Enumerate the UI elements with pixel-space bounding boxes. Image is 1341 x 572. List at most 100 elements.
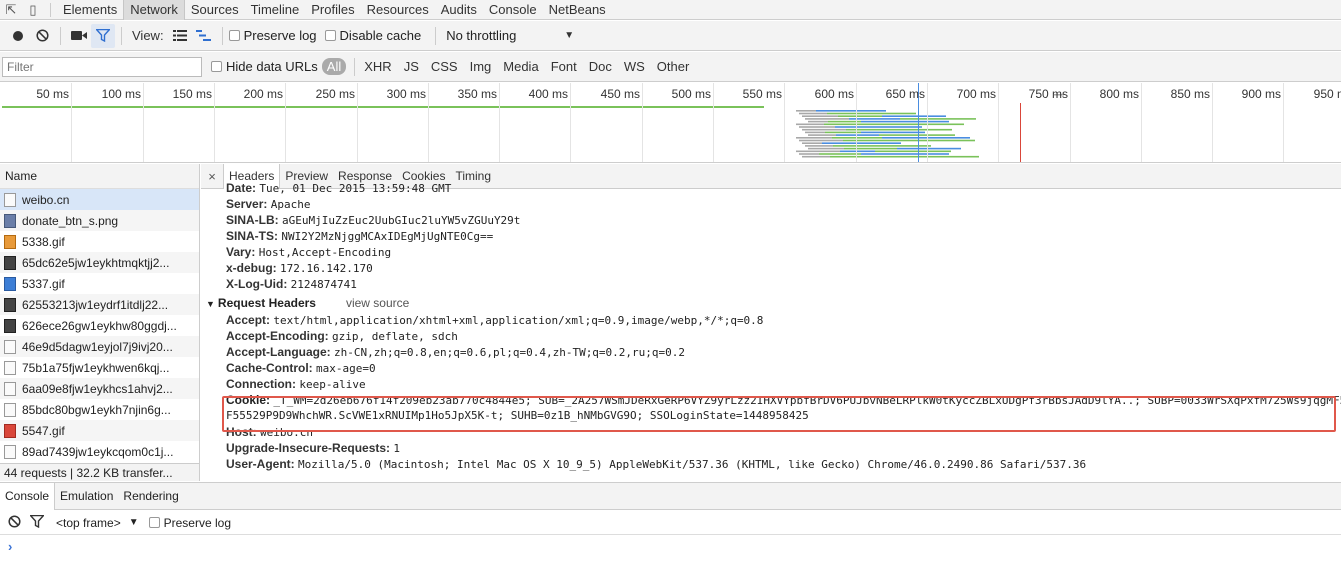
- file-icon: [4, 255, 16, 270]
- tab-network[interactable]: Network: [123, 0, 185, 20]
- request-row[interactable]: 85bdc80bgw1eykh7njin6g...: [0, 399, 199, 420]
- tab-profiles[interactable]: Profiles: [305, 0, 360, 20]
- console-prompt[interactable]: ›: [8, 539, 12, 554]
- filter-type-other[interactable]: Other: [651, 58, 696, 75]
- throttling-select[interactable]: No throttling ▼: [446, 28, 574, 43]
- request-bar-wait: [799, 112, 827, 115]
- request-bar-wait: [805, 145, 833, 147]
- request-row[interactable]: 5547.gif: [0, 420, 199, 441]
- list-view-icon[interactable]: [168, 24, 192, 48]
- tick-label: 400 ms: [528, 87, 568, 101]
- tick-line: [1212, 83, 1213, 162]
- filter-icon[interactable]: [28, 514, 52, 531]
- close-icon[interactable]: ×: [201, 169, 223, 184]
- clear-icon[interactable]: [30, 24, 54, 48]
- summary-status: 44 requests | 32.2 KB transfer...: [0, 463, 199, 481]
- tab-netbeans[interactable]: NetBeans: [543, 0, 612, 20]
- tick-line: [570, 83, 571, 162]
- tab-timing[interactable]: Timing: [450, 164, 496, 189]
- view-source-link[interactable]: view source: [346, 296, 409, 310]
- tab-drawer-console[interactable]: Console: [0, 482, 56, 510]
- filter-type-media[interactable]: Media: [497, 58, 544, 75]
- request-row[interactable]: 46e9d5dagw1eyjol7j9ivj20...: [0, 336, 199, 357]
- request-bar-transfer: [838, 115, 882, 117]
- tab-console[interactable]: Console: [483, 0, 543, 20]
- network-overview[interactable]: 50 ms 100 ms 150 ms 200 ms 250 ms 300 ms 350 m…: [0, 83, 1341, 163]
- header-value: max-age=0: [316, 362, 376, 375]
- request-bar-receive: [882, 115, 946, 117]
- dropdown-arrow-icon: ▼: [564, 30, 575, 41]
- request-row[interactable]: 75b1a75fjw1eykhwen6kqj...: [0, 357, 199, 378]
- filter-type-doc[interactable]: Doc: [583, 58, 618, 75]
- request-row[interactable]: 626ece26gw1eykhw80ggdj...: [0, 315, 199, 336]
- request-headers-section[interactable]: ▼ Request Headers view source: [201, 294, 1341, 312]
- filter-type-all[interactable]: All: [321, 58, 347, 75]
- tab-elements[interactable]: Elements: [57, 0, 123, 20]
- request-row[interactable]: weibo.cn: [0, 189, 199, 210]
- header-key: Connection:: [226, 377, 296, 391]
- request-bar-wait: [808, 147, 844, 150]
- tick-line: [713, 83, 714, 162]
- column-header-name[interactable]: Name: [0, 164, 199, 189]
- disable-cache-checkbox[interactable]: Disable cache: [324, 28, 421, 43]
- waterfall-view-icon[interactable]: [192, 24, 216, 48]
- file-icon: [4, 402, 16, 417]
- console-preserve-log-checkbox[interactable]: Preserve log: [148, 516, 231, 530]
- checkbox-box[interactable]: [148, 517, 160, 528]
- camera-icon[interactable]: [67, 24, 91, 48]
- tick-label: 350 ms: [457, 87, 497, 101]
- tab-drawer-emulation[interactable]: Emulation: [55, 483, 118, 510]
- clear-console-icon[interactable]: [8, 514, 30, 531]
- filter-type-js[interactable]: JS: [398, 58, 425, 75]
- checkbox-box[interactable]: [228, 30, 240, 41]
- record-icon[interactable]: [6, 24, 30, 48]
- request-bar-receive: [861, 153, 949, 155]
- header-key: Upgrade-Insecure-Requests:: [226, 441, 391, 455]
- filter-type-ws[interactable]: WS: [618, 58, 651, 75]
- checkbox-box[interactable]: [211, 61, 222, 72]
- request-row[interactable]: 65dc62e5jw1eykhtmqktjj2...: [0, 252, 199, 273]
- request-row[interactable]: 6aa09e8fjw1eykhcs1ahvj2...: [0, 378, 199, 399]
- request-bar-receive: [897, 147, 961, 150]
- request-row[interactable]: 89ad7439jw1eykcqom0c1j...: [0, 441, 199, 462]
- tab-drawer-rendering[interactable]: Rendering: [118, 483, 183, 510]
- request-name: 5547.gif: [22, 423, 65, 438]
- request-bar-transfer: [835, 126, 882, 128]
- dropdown-arrow-icon[interactable]: ▼: [129, 517, 139, 528]
- filter-type-font[interactable]: Font: [545, 58, 583, 75]
- filter-type-img[interactable]: Img: [464, 58, 498, 75]
- tab-sources[interactable]: Sources: [185, 0, 245, 20]
- request-row[interactable]: 5338.gif: [0, 231, 199, 252]
- tick-label: 600 ms: [814, 87, 854, 101]
- tick-label: 900 ms: [1241, 87, 1281, 101]
- filter-type-xhr[interactable]: XHR: [358, 58, 397, 75]
- hide-data-urls-checkbox[interactable]: Hide data URLs: [211, 59, 318, 74]
- device-mode-icon[interactable]: ▯: [22, 0, 44, 20]
- filter-type-css[interactable]: CSS: [425, 58, 464, 75]
- divider: [50, 2, 51, 17]
- request-row[interactable]: 62553213jw1eydrf1itdlj22...: [0, 294, 199, 315]
- header-row: Upgrade-Insecure-Requests: 1: [201, 440, 1341, 456]
- expand-triangle-icon[interactable]: ▼: [206, 299, 215, 309]
- request-bar-wait: [802, 155, 830, 158]
- request-row[interactable]: donate_btn_s.png: [0, 210, 199, 231]
- file-icon: [4, 297, 16, 312]
- tick-label: 550 ms: [742, 87, 782, 101]
- tab-timeline[interactable]: Timeline: [245, 0, 306, 20]
- filter-icon[interactable]: [91, 23, 115, 48]
- tick-line: [784, 83, 785, 162]
- filter-input[interactable]: [2, 56, 202, 77]
- request-bar-wait: [802, 142, 822, 144]
- inspect-element-icon[interactable]: ⇱: [0, 0, 22, 20]
- preserve-log-checkbox[interactable]: Preserve log: [228, 28, 317, 43]
- request-bar-receive: [879, 145, 931, 147]
- tab-audits[interactable]: Audits: [435, 0, 483, 20]
- tick-line: [998, 83, 999, 162]
- request-name: 626ece26gw1eykhw80ggdj...: [22, 318, 177, 333]
- checkbox-box[interactable]: [324, 30, 336, 41]
- request-row[interactable]: 5337.gif: [0, 273, 199, 294]
- request-bar-wait: [799, 139, 843, 142]
- tab-resources[interactable]: Resources: [361, 0, 435, 20]
- frame-select[interactable]: <top frame>: [56, 516, 121, 530]
- header-row: SINA-LB: aGEuMjIuZzEuc2UubGIuc2luYW5vZGU…: [201, 212, 1341, 228]
